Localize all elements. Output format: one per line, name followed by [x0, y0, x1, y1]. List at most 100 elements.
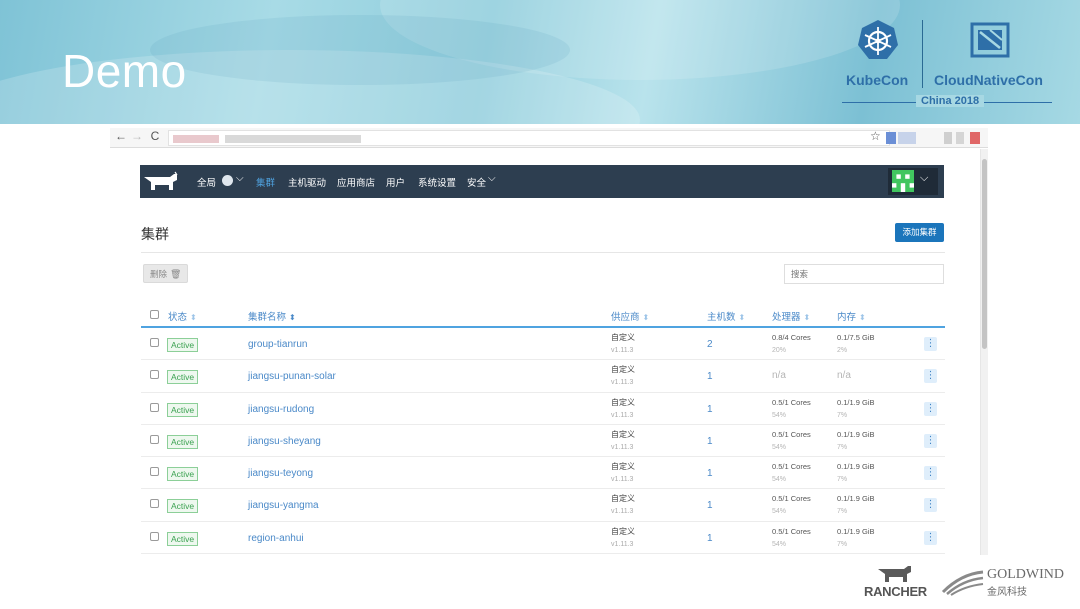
add-cluster-button[interactable]: 添加集群 — [895, 223, 944, 242]
cpu-percent: 54% — [772, 443, 787, 451]
status-badge: Active — [167, 467, 199, 482]
k8s-version: v1.11.3 — [611, 411, 634, 419]
cluster-name-link[interactable]: region-anhui — [248, 533, 304, 544]
status-badge: Active — [167, 370, 199, 385]
kebab-menu-icon[interactable]: ⋮ — [924, 498, 937, 513]
kebab-menu-icon[interactable]: ⋮ — [924, 369, 937, 384]
chevron-down-icon: ⌵ — [920, 172, 929, 184]
goldwind-wordmark: GOLDWIND — [987, 567, 1064, 582]
nav-clusters[interactable]: 集群 — [256, 175, 275, 189]
cpu-cell: 0.5/1 Cores 54% — [772, 462, 811, 484]
provider-cell: 自定义 v1.11.3 — [611, 494, 635, 516]
cpu-cell: 0.5/1 Cores 54% — [772, 526, 811, 548]
row-checkbox[interactable] — [150, 402, 159, 412]
browser-toolbar: ← → C ☆ — [110, 128, 988, 148]
row-checkbox[interactable] — [150, 370, 159, 380]
cloudnativecon-label: CloudNativeCon — [934, 72, 1043, 88]
delete-button[interactable]: 删除 🗑︎ — [143, 264, 189, 283]
cluster-name-link[interactable]: jiangsu-rudong — [248, 404, 314, 415]
conference-logos: KubeCon CloudNativeCon China 2018 — [842, 16, 1062, 112]
kebab-menu-icon[interactable]: ⋮ — [924, 466, 937, 481]
forward-button[interactable]: → — [130, 129, 144, 143]
row-checkbox[interactable] — [150, 338, 159, 347]
cluster-name-link[interactable]: jiangsu-punan-solar — [248, 371, 336, 382]
chevron-down-icon[interactable]: ⌵ — [236, 173, 244, 184]
row-checkbox[interactable] — [150, 531, 159, 541]
select-all-checkbox[interactable] — [150, 310, 159, 319]
hosts-count-link[interactable]: 1 — [707, 468, 713, 479]
cloudnativecon-icon — [970, 22, 1010, 58]
rancher-logo-icon — [878, 566, 911, 582]
kebab-menu-icon[interactable]: ⋮ — [924, 401, 937, 416]
bookmark-star-icon[interactable]: ☆ — [870, 129, 881, 143]
row-checkbox[interactable] — [150, 499, 159, 509]
provider-cell: 自定义 v1.11.3 — [611, 526, 635, 548]
table-header: 状态 ⬍ 集群名称 ⬍ 供应商 ⬍ 主机数 ⬍ 处理器 ⬍ 内存 ⬍ — [141, 301, 945, 328]
kebab-menu-icon[interactable]: ⋮ — [924, 530, 937, 545]
hosts-count-link[interactable]: 1 — [707, 533, 713, 544]
provider-cell: 自定义 v1.11.3 — [611, 397, 635, 419]
hosts-count-link[interactable]: 1 — [707, 371, 713, 382]
header-cpu[interactable]: 处理器 ⬍ — [772, 309, 810, 323]
delete-label: 删除 — [150, 269, 168, 279]
status-badge: Active — [167, 434, 199, 449]
nav-users[interactable]: 用户 — [386, 175, 405, 189]
hosts-count-link[interactable]: 2 — [707, 339, 713, 350]
logo-divider — [922, 20, 923, 88]
kebab-menu-icon[interactable]: ⋮ — [924, 433, 937, 448]
rancher-footer-logo: RANCHER — [862, 563, 932, 603]
chevron-down-icon[interactable]: ⌵ — [488, 173, 496, 184]
header-provider[interactable]: 供应商 ⬍ — [611, 309, 649, 323]
memory-cell: 0.1/1.9 GiB 7% — [837, 397, 875, 419]
sort-icon: ⬍ — [642, 313, 650, 322]
cluster-name-link[interactable]: group-tianrun — [248, 339, 307, 350]
edition-label: China 2018 — [916, 95, 985, 107]
provider-cell: 自定义 v1.11.3 — [611, 429, 635, 451]
search-input[interactable] — [784, 264, 944, 284]
header-hosts[interactable]: 主机数 ⬍ — [707, 309, 745, 323]
status-badge: Active — [167, 531, 199, 546]
memory-percent: 7% — [837, 443, 848, 451]
hosts-count-link[interactable]: 1 — [707, 500, 713, 511]
row-checkbox[interactable] — [150, 467, 159, 477]
redacted-url — [173, 135, 219, 143]
sort-icon: ⬍ — [190, 313, 197, 322]
table-row: Active jiangsu-yangma 自定义 v1.11.3 1 0.5/1 Cor… — [141, 489, 945, 522]
sort-icon: ⬍ — [738, 313, 746, 322]
memory-percent: 2% — [837, 347, 848, 354]
cpu-cell: 0.5/1 Cores 54% — [772, 397, 811, 419]
memory-cell: 0.1/1.9 GiB 7% — [837, 494, 875, 516]
hosts-count-link[interactable]: 1 — [707, 436, 713, 447]
reload-button[interactable]: C — [148, 129, 162, 143]
header-memory[interactable]: 内存 ⬍ — [837, 309, 866, 323]
trash-icon: 🗑︎ — [170, 269, 182, 279]
memory-cell: n/a — [837, 370, 851, 382]
hosts-count-link[interactable]: 1 — [707, 404, 713, 415]
extension-icons[interactable] — [884, 132, 984, 144]
clusters-table: 状态 ⬍ 集群名称 ⬍ 供应商 ⬍ 主机数 ⬍ 处理器 ⬍ 内存 ⬍ Active group… — [141, 301, 945, 555]
scope-selector[interactable]: 全局 — [197, 175, 216, 189]
sort-icon: ⬍ — [859, 313, 866, 322]
cluster-name-link[interactable]: jiangsu-yangma — [248, 500, 319, 511]
provider-cell: 自定义 v1.11.3 — [611, 365, 635, 387]
cluster-name-link[interactable]: jiangsu-sheyang — [248, 436, 321, 447]
address-bar[interactable] — [168, 130, 890, 146]
memory-percent: 7% — [837, 540, 848, 548]
nav-security[interactable]: 安全 — [467, 175, 486, 189]
cluster-name-link[interactable]: jiangsu-teyong — [248, 468, 313, 479]
memory-percent: 7% — [837, 508, 848, 516]
rancher-logo-icon[interactable] — [142, 171, 182, 191]
row-checkbox[interactable] — [150, 434, 159, 444]
nav-catalogs[interactable]: 应用商店 — [337, 175, 375, 189]
header-name[interactable]: 集群名称 ⬍ — [248, 309, 296, 323]
status-badge: Active — [167, 499, 199, 514]
nav-settings[interactable]: 系统设置 — [418, 175, 456, 189]
memory-cell: 0.1/1.9 GiB 7% — [837, 429, 875, 451]
header-state[interactable]: 状态 ⬍ — [168, 309, 197, 323]
memory-percent: 7% — [837, 476, 848, 484]
user-menu[interactable]: ⌵ — [888, 168, 938, 195]
kebab-menu-icon[interactable]: ⋮ — [924, 337, 937, 351]
back-button[interactable]: ← — [114, 129, 128, 143]
page-scrollbar[interactable] — [980, 149, 988, 555]
nav-node-drivers[interactable]: 主机驱动 — [288, 175, 326, 189]
